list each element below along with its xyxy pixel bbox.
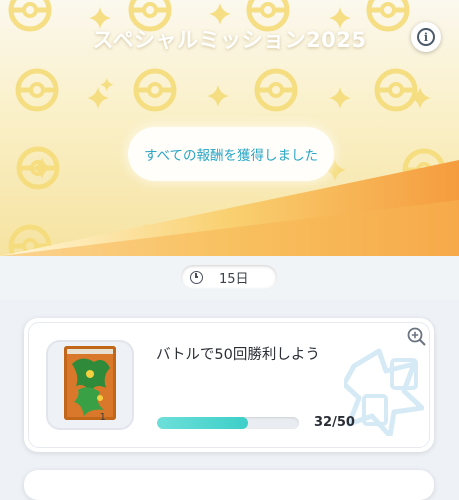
reward-status-badge: すべての報酬を獲得しました (128, 127, 334, 181)
info-button[interactable]: i (411, 22, 441, 52)
clock-icon (190, 270, 203, 284)
mission-progress-text: 32/50 (314, 415, 355, 430)
time-remaining-badge: 15日 (181, 265, 277, 289)
reward-thumbnail[interactable]: 1 (46, 340, 134, 430)
zoom-in-icon[interactable] (406, 326, 428, 348)
battle-emblem-icon (344, 348, 424, 436)
mission-card[interactable]: 1 バトルで50回勝利しよう 32/50 (24, 318, 434, 452)
reward-count: 1 (99, 412, 106, 423)
mission-banner: スペシャルミッション2025 i すべての報酬を獲得しました (0, 0, 459, 256)
mission-progress-bar (157, 417, 299, 429)
reward-card-image (64, 346, 116, 420)
page-title: スペシャルミッション2025 (92, 28, 367, 52)
time-remaining-text: 15日 (219, 271, 249, 287)
next-mission-card[interactable] (24, 470, 434, 500)
mission-progress-fill (157, 417, 248, 429)
info-icon: i (417, 28, 435, 46)
reward-status-text: すべての報酬を獲得しました (143, 148, 318, 164)
mission-title: バトルで50回勝利しよう (156, 347, 320, 363)
